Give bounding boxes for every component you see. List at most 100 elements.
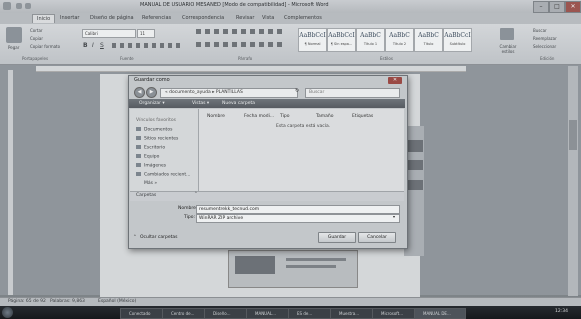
page-text-line bbox=[286, 265, 336, 268]
status-language[interactable]: Español (México) bbox=[98, 299, 136, 304]
taskbar-clock[interactable]: 12:34 bbox=[555, 309, 568, 314]
folders-chevron-icon[interactable]: ⌃ bbox=[194, 192, 198, 197]
format-painter-button[interactable]: Copiar formato bbox=[30, 44, 60, 49]
minimize-button[interactable]: – bbox=[533, 1, 549, 13]
taskbar-item-3[interactable]: Diseño... bbox=[204, 308, 252, 319]
taskbar-item-2[interactable]: Centro de... bbox=[162, 308, 210, 319]
style-subtitulo[interactable]: AaBbCcI Subtítulo bbox=[443, 28, 472, 52]
fav-imagenes[interactable]: Imágenes bbox=[136, 163, 166, 169]
taskbar-item-1[interactable]: Conectado bbox=[120, 308, 168, 319]
dropdown-arrow-icon[interactable]: ▾ bbox=[393, 214, 395, 219]
tab-vista[interactable]: Vista bbox=[258, 14, 278, 22]
col-nombre[interactable]: Nombre bbox=[207, 114, 225, 119]
filetype-label: Tipo: bbox=[184, 215, 195, 220]
font-format-icons[interactable] bbox=[112, 43, 182, 48]
cut-button[interactable]: Cortar bbox=[30, 28, 43, 33]
views-button[interactable]: Vistas ▾ bbox=[192, 99, 209, 108]
taskbar-item-7[interactable]: Microsoft... bbox=[372, 308, 420, 319]
copy-button[interactable]: Copiar bbox=[30, 36, 43, 41]
organize-button[interactable]: Organizar ▾ bbox=[139, 99, 165, 108]
hide-folders-chevron-icon[interactable]: ⌃ bbox=[133, 235, 137, 240]
col-tipo[interactable]: Tipo bbox=[280, 114, 289, 119]
select-button[interactable]: Seleccionar bbox=[533, 44, 556, 49]
col-etiquetas[interactable]: Etiquetas bbox=[352, 114, 373, 119]
file-list[interactable] bbox=[199, 109, 404, 191]
desktop-screen: MANUAL DE USUARIO MESANED [Modo de compa… bbox=[0, 0, 581, 319]
col-tamano[interactable]: Tamaño bbox=[316, 114, 334, 119]
style-titulo[interactable]: AaBbC Título bbox=[414, 28, 443, 52]
start-orb-icon[interactable] bbox=[2, 307, 13, 318]
change-styles-icon[interactable] bbox=[500, 28, 514, 40]
page-text-line bbox=[286, 258, 346, 261]
style-sin-espaciado[interactable]: AaBbCcI ¶ Sin espa... bbox=[327, 28, 356, 52]
tab-insertar[interactable]: Insertar bbox=[56, 14, 83, 22]
fav-more[interactable]: Más » bbox=[144, 181, 157, 186]
taskbar-item-8[interactable]: MANUAL DE... bbox=[414, 308, 466, 319]
fav-sitios-recientes[interactable]: Sitios recientes bbox=[136, 136, 178, 142]
style-titulo-1[interactable]: AaBbC Título 1 bbox=[356, 28, 385, 52]
save-quick-icon[interactable] bbox=[16, 3, 22, 9]
fav-equipo[interactable]: Equipo bbox=[136, 154, 159, 160]
style-normal[interactable]: AaBbCcI ¶ Normal bbox=[298, 28, 327, 52]
dialog-title: Guardar como bbox=[134, 77, 170, 83]
close-window-button[interactable]: ✕ bbox=[565, 1, 581, 13]
recent-places-icon bbox=[136, 136, 141, 140]
scrollbar-thumb[interactable] bbox=[569, 120, 577, 150]
fav-escritorio[interactable]: Escritorio bbox=[136, 145, 165, 151]
taskbar-item-6[interactable]: Muestra... bbox=[330, 308, 378, 319]
recently-changed-icon bbox=[136, 172, 141, 176]
forward-button[interactable]: ▶ bbox=[146, 87, 157, 98]
tab-diseno[interactable]: Diseño de página bbox=[86, 14, 138, 22]
status-words[interactable]: Palabras: 9,863 bbox=[50, 299, 85, 304]
fav-documentos[interactable]: Documentos bbox=[136, 127, 172, 133]
font-name-combo[interactable]: Calibri bbox=[82, 29, 136, 38]
bold-icon[interactable]: B bbox=[83, 42, 88, 49]
underline-icon[interactable]: S bbox=[100, 42, 104, 49]
folders-toggle[interactable]: Carpetas bbox=[136, 193, 156, 198]
col-fecha[interactable]: Fecha modi... bbox=[244, 114, 274, 119]
tab-inicio[interactable]: Inicio bbox=[32, 14, 56, 23]
pictures-icon bbox=[136, 163, 141, 167]
new-folder-button[interactable]: Nueva carpeta bbox=[222, 99, 255, 108]
replace-button[interactable]: Reemplazar bbox=[533, 36, 557, 41]
change-styles-button[interactable]: Cambiar estilos bbox=[494, 44, 522, 54]
maximize-button[interactable]: □ bbox=[549, 1, 565, 13]
style-titulo-2[interactable]: AaBbC Título 2 bbox=[385, 28, 414, 52]
align-icons[interactable] bbox=[196, 42, 286, 47]
tab-referencias[interactable]: Referencias bbox=[138, 14, 175, 22]
styles-group-label: Estilos bbox=[380, 56, 393, 61]
cancel-button[interactable]: Cancelar bbox=[358, 232, 396, 243]
save-button[interactable]: Guardar bbox=[318, 232, 356, 243]
address-bar[interactable]: « documento_ayuda ▸ PLANTILLAS bbox=[160, 88, 298, 98]
page-embedded-image bbox=[235, 256, 275, 274]
vertical-ruler[interactable] bbox=[8, 70, 13, 295]
font-size-combo[interactable]: 11 bbox=[137, 29, 155, 38]
list-format-icons[interactable] bbox=[196, 29, 286, 34]
undo-quick-icon[interactable] bbox=[25, 3, 31, 9]
tab-correspondencia[interactable]: Correspondencia bbox=[178, 14, 228, 22]
empty-folder-message: Esta carpeta está vacía. bbox=[276, 124, 331, 129]
horizontal-ruler[interactable] bbox=[36, 66, 466, 72]
office-button-icon[interactable] bbox=[3, 2, 11, 10]
paste-button[interactable]: Pegar bbox=[8, 45, 19, 50]
status-page[interactable]: Página: 65 de 92 bbox=[8, 299, 46, 304]
taskbar-item-5[interactable]: ES de... bbox=[288, 308, 336, 319]
vertical-scrollbar[interactable] bbox=[568, 66, 578, 296]
dialog-close-button[interactable]: ✕ bbox=[388, 77, 402, 84]
paste-icon[interactable] bbox=[6, 27, 22, 43]
folders-bar[interactable] bbox=[130, 191, 404, 201]
refresh-icon[interactable]: ↻ bbox=[295, 88, 301, 96]
tab-revisar[interactable]: Revisar bbox=[232, 14, 258, 22]
computer-icon bbox=[136, 154, 141, 158]
hide-folders-button[interactable]: Ocultar carpetas bbox=[140, 235, 178, 240]
italic-icon[interactable]: I bbox=[92, 42, 94, 49]
search-input[interactable]: Buscar bbox=[305, 88, 400, 98]
filename-input[interactable]: resumentrekk_tecnud.com bbox=[196, 205, 400, 214]
tab-complementos[interactable]: Complementos bbox=[280, 14, 326, 22]
dialog-toolbar bbox=[129, 99, 405, 108]
fav-cambiados-recientemente[interactable]: Cambiados recient... bbox=[136, 172, 190, 178]
back-button[interactable]: ◀ bbox=[134, 87, 145, 98]
taskbar-item-4[interactable]: MANUAL... bbox=[246, 308, 294, 319]
filetype-select[interactable]: WinRAR ZIP archive bbox=[196, 214, 400, 223]
find-button[interactable]: Buscar bbox=[533, 28, 547, 33]
